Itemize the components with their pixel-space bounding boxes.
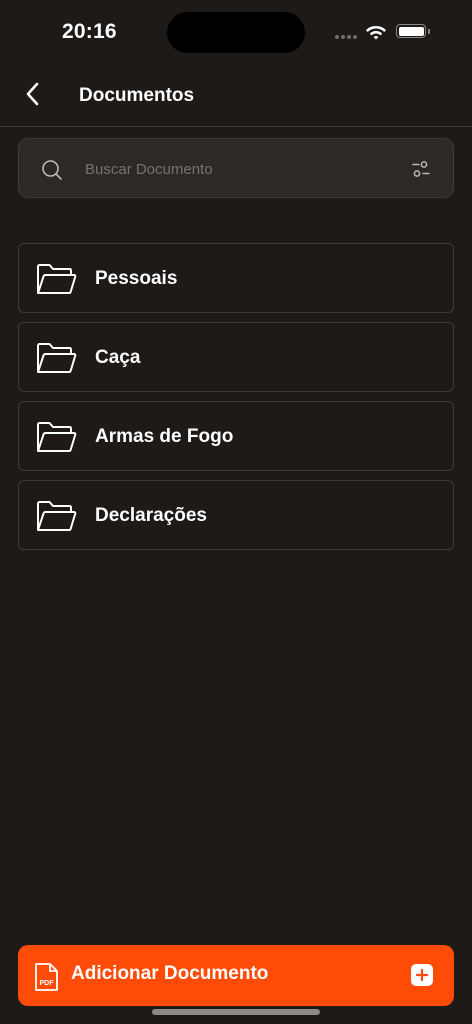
folder-item-declaracoes[interactable]: Declarações — [18, 480, 454, 550]
wifi-icon — [366, 26, 386, 40]
sliders-icon[interactable] — [411, 159, 431, 179]
folder-label: Caça — [95, 347, 141, 368]
folder-item-armas-de-fogo[interactable]: Armas de Fogo — [18, 401, 454, 471]
add-document-label: Adicionar Documento — [71, 963, 269, 984]
folder-label: Pessoais — [95, 268, 178, 289]
cellular-signal-icon — [335, 35, 357, 39]
plus-icon — [411, 964, 433, 986]
pdf-icon-text: PDF — [40, 980, 55, 987]
dynamic-island — [167, 12, 305, 53]
search-bar — [18, 138, 454, 198]
home-indicator — [152, 1009, 320, 1015]
folder-item-pessoais[interactable]: Pessoais — [18, 243, 454, 313]
search-input[interactable] — [83, 153, 397, 185]
add-document-button[interactable]: PDF Adicionar Documento — [18, 945, 454, 1006]
folder-open-icon — [37, 501, 77, 531]
battery-icon — [396, 24, 426, 38]
folder-label: Declarações — [95, 505, 207, 526]
page-title: Documentos — [79, 85, 195, 106]
status-time: 20:16 — [62, 20, 117, 43]
back-button[interactable] — [16, 78, 48, 110]
folder-item-caca[interactable]: Caça — [18, 322, 454, 392]
navigation-header: Documentos — [0, 64, 472, 127]
chevron-left-icon — [26, 82, 39, 106]
folder-label: Armas de Fogo — [95, 426, 234, 447]
search-icon — [42, 160, 62, 180]
status-bar: 20:16 — [0, 0, 472, 64]
folder-open-icon — [37, 264, 77, 294]
folder-open-icon — [37, 343, 77, 373]
folder-list: Pessoais Caça Armas de Fogo Declarações — [18, 243, 454, 559]
folder-open-icon — [37, 422, 77, 452]
pdf-file-icon: PDF — [35, 963, 58, 991]
status-icons — [335, 22, 435, 42]
